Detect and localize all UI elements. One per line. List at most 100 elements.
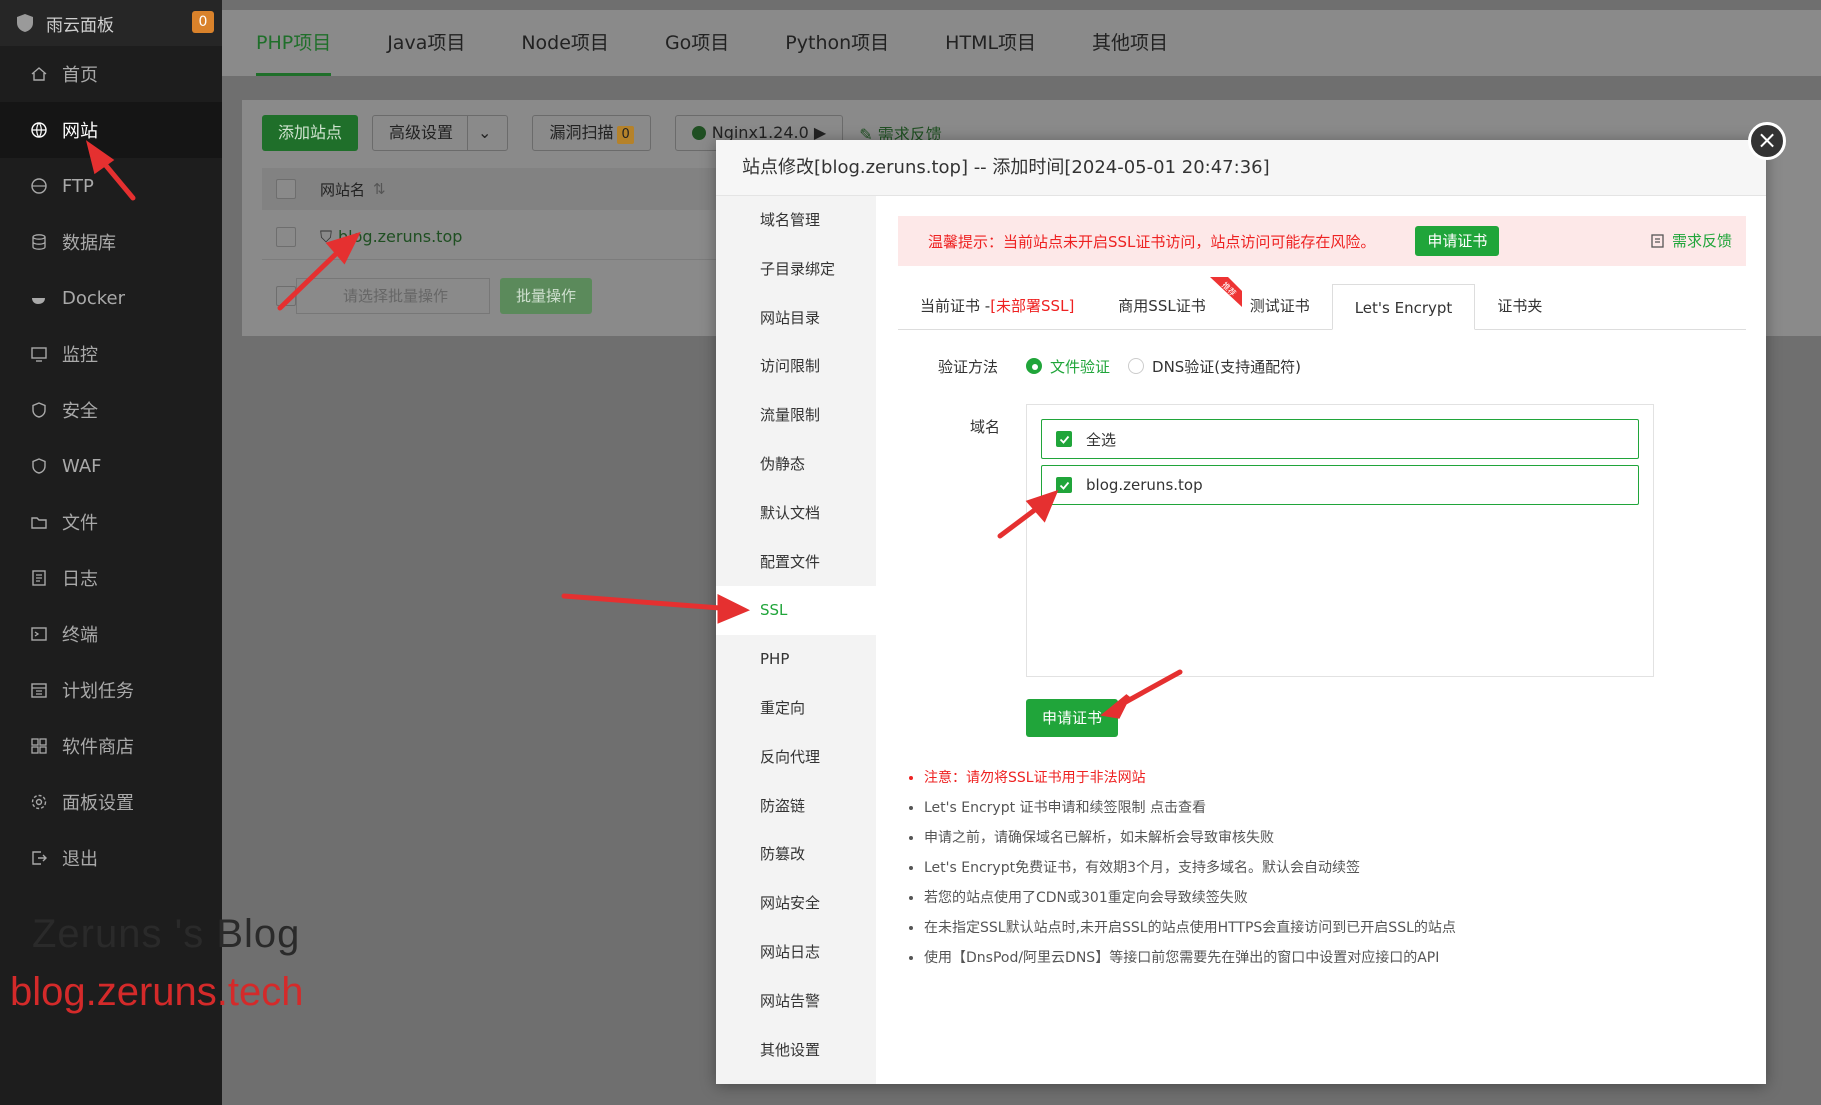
tab-project-2[interactable]: Node项目 — [521, 10, 609, 76]
watermark-blog-name: Zeruns 's Blog — [32, 912, 301, 956]
site-edit-modal: 站点修改[blog.zeruns.top] -- 添加时间[2024-05-01… — [716, 140, 1766, 1084]
tab-commercial-ssl[interactable]: 商用SSL证书 推荐 — [1096, 277, 1242, 329]
tab-project-3[interactable]: Go项目 — [665, 10, 729, 76]
row-checkbox[interactable] — [276, 226, 296, 247]
sidebar-item-9[interactable]: 日志 — [0, 550, 222, 606]
sidebar-item-5[interactable]: 监控 — [0, 326, 222, 382]
tab-project-1[interactable]: Java项目 — [387, 10, 465, 76]
tab-project-5[interactable]: HTML项目 — [945, 10, 1036, 76]
note-item: 使用【DnsPod/阿里云DNS】等接口前您需要先在弹出的窗口中设置对应接口的A… — [924, 943, 1746, 973]
batch-actions: 请选择批量操作 批量操作 — [276, 278, 593, 314]
modal-menu-item-2[interactable]: 网站目录 — [716, 294, 876, 343]
vuln-scan-label: 漏洞扫描 — [549, 123, 614, 142]
modal-menu-item-15[interactable]: 网站日志 — [716, 928, 876, 977]
tab-current-cert-label: 当前证书 - — [920, 297, 991, 315]
sidebar-item-3[interactable]: 数据库 — [0, 214, 222, 270]
add-site-button[interactable]: 添加站点 — [262, 115, 359, 151]
domain-label: 域名 — [969, 418, 1000, 436]
tab-project-6[interactable]: 其他项目 — [1092, 10, 1168, 76]
alert-feedback-link[interactable]: 需求反馈 — [1650, 216, 1732, 266]
modal-menu-item-1[interactable]: 子目录绑定 — [716, 245, 876, 294]
dns-verify-radio[interactable]: DNS验证(支持通配符) — [1128, 356, 1301, 377]
sidebar-item-7[interactable]: WAF — [0, 438, 222, 494]
shield-icon — [30, 401, 48, 419]
modal-menu-item-8[interactable]: SSL — [716, 586, 876, 636]
sidebar-item-6[interactable]: 安全 — [0, 382, 222, 438]
gear-icon — [30, 793, 48, 811]
notification-badge[interactable]: 0 — [192, 11, 214, 33]
checkbox-checked-icon — [1056, 477, 1072, 493]
tab-commercial-ssl-label: 商用SSL证书 — [1118, 297, 1206, 315]
modal-menu-item-14[interactable]: 网站安全 — [716, 879, 876, 928]
sidebar-item-label: 网站 — [62, 121, 98, 142]
batch-select[interactable]: 请选择批量操作 — [296, 278, 490, 314]
tab-project-0[interactable]: PHP项目 — [256, 10, 332, 76]
logout-icon — [30, 849, 48, 867]
sidebar-item-14[interactable]: 退出 — [0, 830, 222, 886]
checkbox-checked-icon — [1056, 431, 1072, 447]
site-name-column-header[interactable]: 网站名 — [320, 179, 365, 200]
vuln-scan-button[interactable]: 漏洞扫描 0 — [532, 115, 651, 151]
tab-project-4[interactable]: Python项目 — [785, 10, 889, 76]
batch-checkbox[interactable] — [276, 286, 296, 306]
modal-menu-item-0[interactable]: 域名管理 — [716, 196, 876, 245]
modal-menu-item-16[interactable]: 网站告警 — [716, 977, 876, 1026]
close-icon[interactable]: × — [1748, 122, 1786, 160]
modal-menu-item-11[interactable]: 反向代理 — [716, 733, 876, 782]
modal-menu-item-10[interactable]: 重定向 — [716, 684, 876, 733]
sidebar-item-13[interactable]: 面板设置 — [0, 774, 222, 830]
apply-certificate-button[interactable]: 申请证书 — [1026, 699, 1118, 737]
file-verify-radio[interactable]: 文件验证 — [1026, 356, 1110, 377]
advanced-settings-button[interactable]: 高级设置 ⌄ — [372, 115, 509, 151]
sidebar-item-10[interactable]: 终端 — [0, 606, 222, 662]
sidebar-item-label: 数据库 — [62, 233, 116, 254]
sidebar-item-label: 日志 — [62, 569, 98, 590]
select-all-domains-checkbox[interactable]: 全选 — [1041, 419, 1639, 459]
note-item[interactable]: Let's Encrypt 证书申请和续签限制 点击查看 — [924, 793, 1746, 823]
radio-checked-icon — [1026, 358, 1042, 374]
batch-button[interactable]: 批量操作 — [500, 278, 593, 314]
modal-menu-item-9[interactable]: PHP — [716, 635, 876, 684]
select-all-checkbox[interactable] — [276, 179, 296, 199]
brand: 雨云面板 0 — [0, 0, 222, 46]
watermark-blog-url: blog.zeruns.tech — [10, 970, 304, 1014]
chevron-down-icon[interactable]: ⌄ — [467, 116, 491, 150]
ssl-content: 温馨提示：当前站点未开启SSL证书访问，站点访问可能存在风险。 申请证书 需求反… — [898, 216, 1746, 973]
sidebar-item-0[interactable]: 首页 — [0, 46, 222, 102]
tab-letsencrypt[interactable]: Let's Encrypt — [1331, 284, 1476, 330]
sidebar-item-12[interactable]: 软件商店 — [0, 718, 222, 774]
monitor-icon — [30, 345, 48, 363]
alert-apply-button[interactable]: 申请证书 — [1415, 226, 1500, 256]
sidebar-item-2[interactable]: FTP — [0, 158, 222, 214]
letsencrypt-form: 验证方法 文件验证 DNS验证(支持通配符) 域名 全选 blog.zeruns… — [898, 350, 1746, 973]
database-icon — [30, 233, 48, 251]
note-item: 若您的站点使用了CDN或301重定向会导致续签失败 — [924, 883, 1746, 913]
sidebar-item-8[interactable]: 文件 — [0, 494, 222, 550]
sidebar-item-4[interactable]: Docker — [0, 270, 222, 326]
sidebar-item-1[interactable]: 网站 — [0, 102, 222, 158]
tab-cert-folder[interactable]: 证书夹 — [1475, 283, 1564, 329]
modal-menu-item-17[interactable]: 其他设置 — [716, 1026, 876, 1075]
modal-menu-item-7[interactable]: 配置文件 — [716, 538, 876, 587]
ftp-icon — [30, 177, 48, 195]
modal-menu-item-4[interactable]: 流量限制 — [716, 391, 876, 440]
radio-unchecked-icon — [1128, 358, 1145, 374]
tab-current-cert[interactable]: 当前证书 -[未部署SSL] — [898, 283, 1096, 329]
ssl-notes-list: 注意：请勿将SSL证书用于非法网站Let's Encrypt 证书申请和续签限制… — [898, 763, 1746, 973]
site-link[interactable]: blog.zeruns.top — [338, 227, 462, 246]
sort-icon[interactable]: ⇅ — [373, 180, 386, 198]
modal-menu-item-13[interactable]: 防篡改 — [716, 830, 876, 879]
sidebar-item-11[interactable]: 计划任务 — [0, 662, 222, 718]
note-item: 注意：请勿将SSL证书用于非法网站 — [924, 763, 1746, 793]
arrow-to-ssl-menu — [561, 593, 723, 611]
modal-menu-item-6[interactable]: 默认文档 — [716, 489, 876, 538]
modal-menu-item-3[interactable]: 访问限制 — [716, 342, 876, 391]
modal-menu-item-12[interactable]: 防盗链 — [716, 782, 876, 831]
domain-checkbox-item[interactable]: blog.zeruns.top — [1041, 465, 1639, 505]
modal-menu-item-5[interactable]: 伪静态 — [716, 440, 876, 489]
edit-icon — [1651, 234, 1664, 248]
sidebar-item-label: WAF — [62, 455, 102, 477]
modal-side-menu: 域名管理 子目录绑定 网站目录 访问限制 流量限制 伪静态 默认文档 配置文件 SSL PHP 重定… — [716, 196, 876, 1084]
sidebar-item-label: Docker — [62, 287, 126, 309]
tab-test-cert[interactable]: 测试证书 — [1228, 283, 1332, 329]
